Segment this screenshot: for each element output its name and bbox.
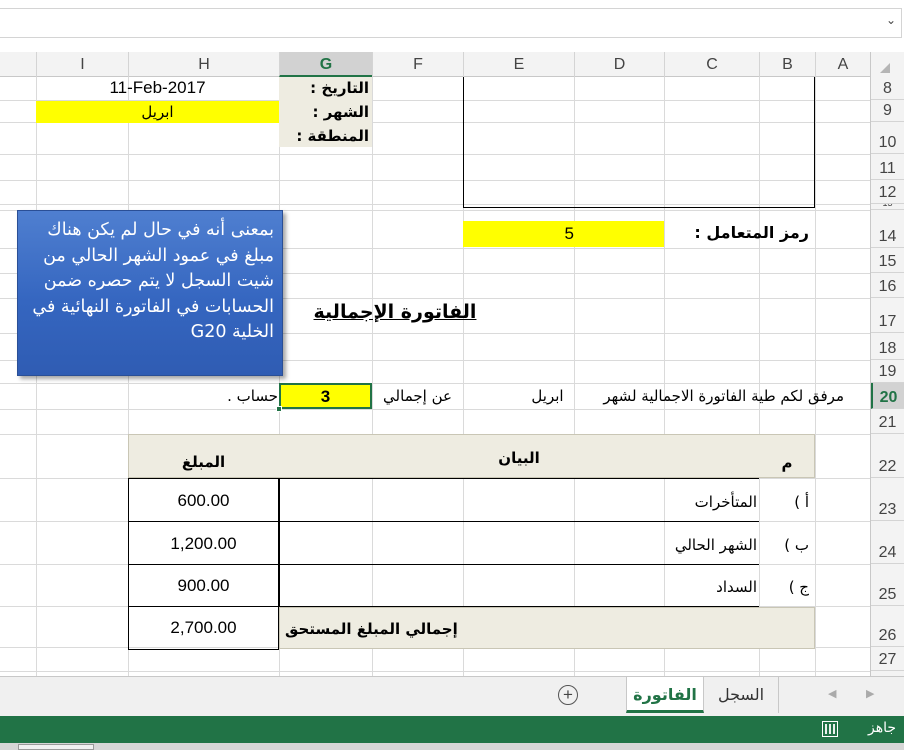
row-header-column: 8 9 10 11 12 13 14 15 16 17 18 19 20 21 … (870, 77, 904, 676)
column-header-g[interactable]: G (279, 52, 372, 77)
row-header[interactable]: 9 (871, 100, 904, 122)
callout-shape[interactable]: بمعنى أنه في حال لم يكن هناك مبلغ في عمو… (17, 210, 283, 376)
row-header[interactable]: 23 (871, 478, 904, 521)
row-header[interactable]: 24 (871, 521, 904, 564)
row-header[interactable]: 8 (871, 77, 904, 100)
table-header-amount: المبلغ (181, 453, 226, 471)
column-header-d[interactable]: D (574, 52, 664, 77)
callout-text: بمعنى أنه في حال لم يكن هناك مبلغ في عمو… (32, 220, 274, 342)
row20-month: ابريل (531, 387, 564, 405)
row-header[interactable]: 14 (871, 210, 904, 248)
fill-handle[interactable] (276, 406, 282, 412)
select-all-corner[interactable] (870, 52, 904, 77)
table-row-no: ب ) (784, 536, 809, 554)
status-bar: جاهز (0, 716, 904, 743)
status-ready: جاهز (867, 720, 896, 736)
invoice-title: الفاتورة الإجمالية (313, 301, 477, 323)
table-row-amount[interactable]: 900.00 (128, 576, 279, 596)
table-row-no: ج ) (788, 578, 809, 596)
table-row-description: السداد (716, 578, 757, 596)
column-header-i[interactable]: I (36, 52, 128, 77)
total-label: إجمالي المبلغ المستحق (285, 620, 458, 638)
row-header[interactable]: 25 (871, 564, 904, 606)
row20-accounts: حساب . (227, 387, 278, 405)
column-header-f[interactable]: F (372, 52, 463, 77)
notes-box[interactable] (463, 77, 815, 208)
spreadsheet-grid[interactable]: التاريخ : الشهر : المنطقة : 11-Feb-2017 … (0, 77, 870, 676)
formula-input[interactable] (0, 8, 902, 38)
chevron-right-icon[interactable]: ▶ (866, 687, 874, 700)
client-code-value[interactable]: 5 (463, 221, 664, 247)
month-value[interactable]: ابريل (36, 101, 279, 123)
row-header[interactable]: 10 (871, 122, 904, 154)
sheet-tab-invoice[interactable]: الفاتورة (626, 677, 704, 713)
row20-intro: مرفق لكم طية الفاتورة الاجمالية لشهر (603, 387, 844, 405)
chevron-left-icon[interactable]: ◀ (828, 687, 836, 700)
row-header[interactable]: 18 (871, 333, 904, 360)
row-header[interactable]: 22 (871, 434, 904, 478)
column-header-h[interactable]: H (128, 52, 279, 77)
table-row-description: الشهر الحالي (674, 536, 757, 554)
row-header-selected[interactable]: 20 (871, 383, 904, 409)
column-header-b[interactable]: B (759, 52, 815, 77)
column-header-a[interactable]: A (815, 52, 870, 77)
table-header-no: م (781, 454, 793, 472)
sheet-tab-bar: + الفاتورة السجل ◀ ▶ (0, 676, 904, 716)
row-header[interactable]: 11 (871, 154, 904, 180)
total-amount[interactable]: 2,700.00 (128, 618, 279, 638)
table-row-amount[interactable]: 1,200.00 (128, 534, 279, 554)
normal-view-icon[interactable] (822, 721, 838, 737)
row-header[interactable]: 19 (871, 360, 904, 383)
table-row-amount[interactable]: 600.00 (128, 491, 279, 511)
formula-bar: ⌄ (0, 0, 904, 52)
chevron-down-icon[interactable]: ⌄ (886, 13, 896, 27)
table-header-description: البيان (498, 449, 540, 467)
table-row-description: المتأخرات (694, 493, 757, 511)
region-label: المنطقة : (296, 127, 369, 145)
plus-circle-icon[interactable]: + (558, 685, 578, 705)
row-header[interactable]: 26 (871, 606, 904, 647)
row-header[interactable]: 21 (871, 409, 904, 434)
active-cell-g20[interactable]: 3 (279, 383, 372, 409)
taskbar-button[interactable] (18, 744, 94, 750)
taskbar-strip (0, 743, 904, 750)
column-header-row: I H G F E D C B A (0, 52, 904, 77)
date-label: التاريخ : (310, 79, 369, 97)
column-header-e[interactable]: E (463, 52, 574, 77)
row-header[interactable]: 16 (871, 273, 904, 298)
row-header[interactable]: 15 (871, 248, 904, 273)
column-header-c[interactable]: C (664, 52, 759, 77)
column-header-partial[interactable] (0, 52, 36, 77)
row-header[interactable]: 17 (871, 298, 904, 333)
month-label: الشهر : (312, 103, 370, 121)
row-header[interactable]: 12 (871, 180, 904, 204)
client-code-label: رمز المتعامل : (694, 223, 809, 242)
row20-total-of: عن إجمالي (383, 387, 452, 405)
date-value[interactable]: 11-Feb-2017 (36, 78, 279, 98)
table-row-no: أ ) (794, 493, 809, 511)
sheet-tab-ledger[interactable]: السجل (704, 677, 779, 713)
row-header[interactable]: 27 (871, 647, 904, 671)
